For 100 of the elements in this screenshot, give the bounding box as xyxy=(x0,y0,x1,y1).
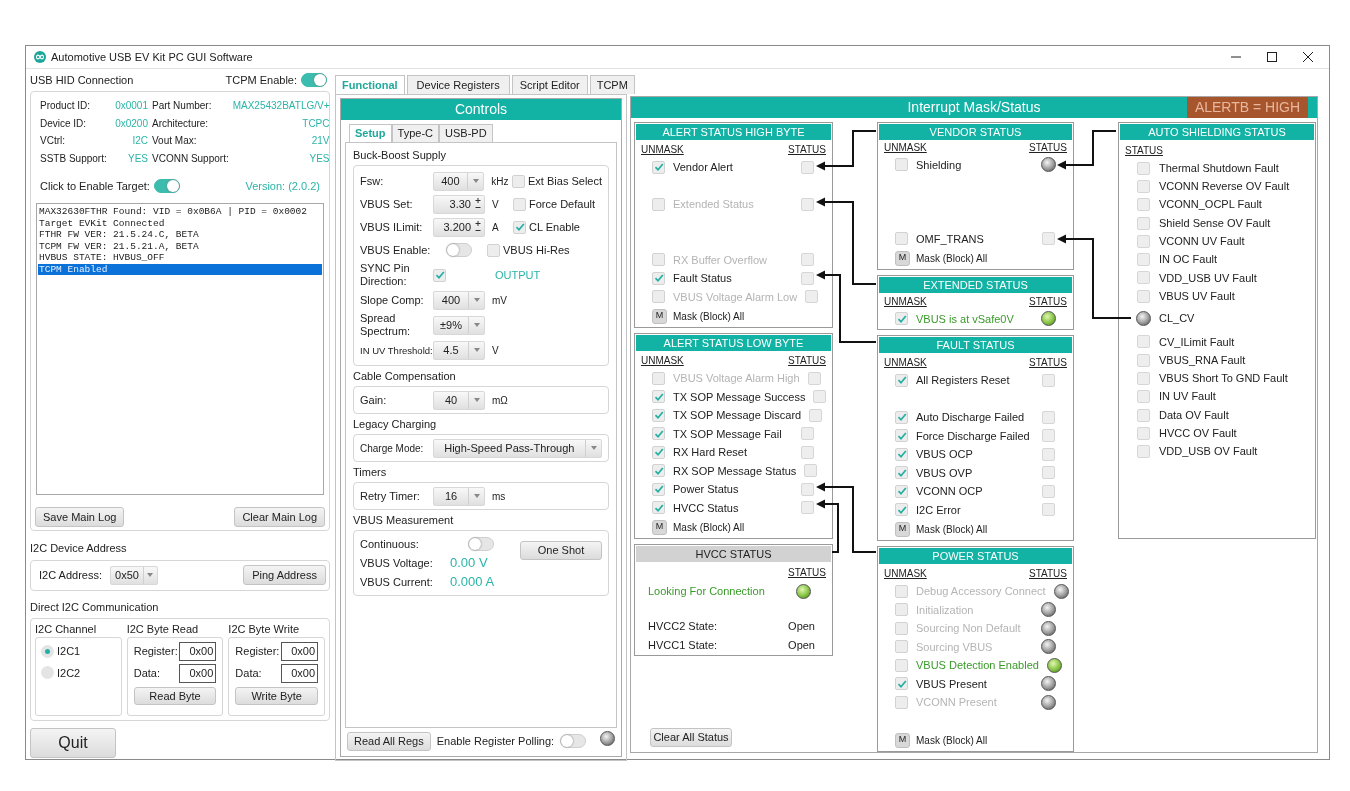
tab[interactable]: Device Registers xyxy=(406,75,510,94)
checkbox[interactable] xyxy=(652,427,665,441)
panel-title: Interrupt Mask/Status xyxy=(907,98,1041,117)
byte-field[interactable]: 0x00 xyxy=(179,642,217,661)
version-text: Version: (2.0.2) xyxy=(245,178,320,194)
toggle-switch[interactable] xyxy=(468,537,494,551)
column-heading: STATUS xyxy=(788,144,826,156)
checkbox[interactable] xyxy=(895,312,908,326)
byte-field[interactable]: 0x00 xyxy=(281,664,318,683)
dropdown[interactable]: 40 xyxy=(433,390,485,410)
reading-value: 0.00 V xyxy=(450,554,488,573)
mask-button[interactable]: M xyxy=(652,308,667,324)
quit-button[interactable]: Quit xyxy=(30,728,116,758)
checkbox[interactable] xyxy=(512,174,526,188)
log-list[interactable]: MAX32630FTHR Found: VID = 0x0B6A | PID = 0x0002 Target EVKit Connected FTHR FW VER: 21.5.24.C, BETA TCPM FW VER: 21.5.21.A, BETA HVBUS STATE: HVBUS_OFF TCPM Enabled xyxy=(36,203,324,495)
dropdown[interactable]: 4.5 xyxy=(433,340,485,360)
dropdown[interactable]: 400 xyxy=(433,290,485,310)
panel-title: VENDOR STATUS xyxy=(879,124,1072,140)
unit-label: ms xyxy=(491,489,507,504)
checkbox[interactable] xyxy=(652,160,665,174)
spinner-icon[interactable] xyxy=(474,197,482,211)
tab[interactable]: TCPM xyxy=(589,75,635,94)
dropdown[interactable]: ±9% xyxy=(433,315,485,335)
checkbox[interactable] xyxy=(895,447,908,461)
field-label: VBUS Voltage: xyxy=(360,555,434,571)
checkbox[interactable] xyxy=(895,658,908,672)
checkbox[interactable] xyxy=(895,232,908,246)
dropdown[interactable]: High-Speed Pass-Through xyxy=(432,438,602,458)
mask-button[interactable]: M xyxy=(652,519,667,535)
maximize-icon[interactable] xyxy=(1267,52,1277,62)
ping-button[interactable]: Ping Address xyxy=(243,565,326,585)
checkbox[interactable] xyxy=(433,268,446,282)
log-line[interactable]: FTHR FW VER: 21.5.24.C, BETA xyxy=(38,229,322,241)
checkbox[interactable] xyxy=(513,197,526,211)
checkbox[interactable] xyxy=(652,464,665,478)
read-all-button[interactable]: Read All Regs xyxy=(347,731,431,751)
checkbox[interactable] xyxy=(652,445,665,459)
info-value: 0x0200 xyxy=(114,116,148,131)
subtab[interactable]: USB-PD xyxy=(439,124,493,142)
field-label: Fsw: xyxy=(360,174,385,188)
group-title: I2C Channel xyxy=(35,622,98,637)
one-shot-button[interactable]: One Shot xyxy=(520,541,602,560)
log-line[interactable]: TCPM FW VER: 21.5.21.A, BETA xyxy=(38,240,322,252)
mask-label: Mask (Block) All xyxy=(916,522,988,537)
mask-button[interactable]: M xyxy=(895,521,910,537)
group-title: I2C Byte Write xyxy=(228,622,301,637)
checkbox[interactable] xyxy=(652,501,665,515)
log-line[interactable]: Target EVKit Connected xyxy=(38,217,322,229)
field-label: Register: xyxy=(133,644,178,660)
status-box xyxy=(801,197,814,211)
checkbox[interactable] xyxy=(652,408,665,422)
log-button[interactable]: Clear Main Log xyxy=(234,507,325,527)
log-line[interactable]: MAX32630FTHR Found: VID = 0x0B6A | PID = 0x0002 xyxy=(38,206,322,218)
checkbox[interactable] xyxy=(895,373,908,387)
unit-label: V xyxy=(491,343,500,358)
checkbox[interactable] xyxy=(652,482,665,496)
checkbox[interactable] xyxy=(895,410,908,424)
status-box xyxy=(1137,161,1150,175)
checkbox[interactable] xyxy=(895,484,908,498)
checkbox[interactable] xyxy=(895,466,908,480)
byte-button[interactable]: Write Byte xyxy=(235,687,318,705)
toggle-switch[interactable] xyxy=(301,73,327,87)
checkbox[interactable] xyxy=(487,243,500,257)
radio-icon[interactable] xyxy=(41,666,54,680)
log-line[interactable]: HVBUS STATE: HVBUS_OFF xyxy=(38,252,322,264)
subtab[interactable]: Type-C xyxy=(391,124,440,142)
dropdown[interactable]: 0x50 xyxy=(110,565,158,585)
toggle-switch[interactable] xyxy=(446,243,472,257)
radio-option[interactable]: I2C2 xyxy=(41,664,116,681)
log-button[interactable]: Save Main Log xyxy=(35,507,125,527)
mask-button[interactable]: M xyxy=(895,732,910,748)
checkbox[interactable] xyxy=(895,429,908,443)
tab[interactable]: Script Editor xyxy=(511,75,588,94)
byte-button[interactable]: Read Byte xyxy=(133,687,217,705)
clear-status-button[interactable]: Clear All Status xyxy=(650,728,732,747)
dropdown[interactable]: 400 xyxy=(432,171,485,191)
checkbox[interactable] xyxy=(895,503,908,517)
close-icon[interactable] xyxy=(1303,52,1313,62)
spin-field[interactable]: 3.30 xyxy=(433,194,485,214)
checkbox[interactable] xyxy=(895,158,908,172)
interrupt-label: OMF_TRANS xyxy=(916,231,985,247)
radio-icon[interactable] xyxy=(41,644,54,658)
checkbox[interactable] xyxy=(652,390,665,404)
spinner-icon[interactable] xyxy=(474,220,482,234)
byte-field[interactable]: 0x00 xyxy=(179,664,217,683)
byte-field[interactable]: 0x00 xyxy=(281,642,318,661)
direction-value: OUTPUT xyxy=(495,267,541,283)
mask-button[interactable]: M xyxy=(895,250,910,266)
field-label: Slope Comp: xyxy=(360,293,425,307)
toggle-switch[interactable] xyxy=(560,734,587,748)
checkbox[interactable] xyxy=(652,271,665,285)
checkbox[interactable] xyxy=(513,220,526,234)
radio-option[interactable]: I2C1 xyxy=(41,643,116,660)
fault-label: CV_ILimit Fault xyxy=(1159,334,1235,350)
dropdown[interactable]: 16 xyxy=(433,486,485,506)
status-box xyxy=(1042,410,1055,424)
spin-field[interactable]: 3.200 xyxy=(433,217,485,237)
checkbox[interactable] xyxy=(895,677,908,691)
toggle-switch[interactable] xyxy=(154,179,180,193)
fault-label: CL_CV xyxy=(1159,311,1195,327)
